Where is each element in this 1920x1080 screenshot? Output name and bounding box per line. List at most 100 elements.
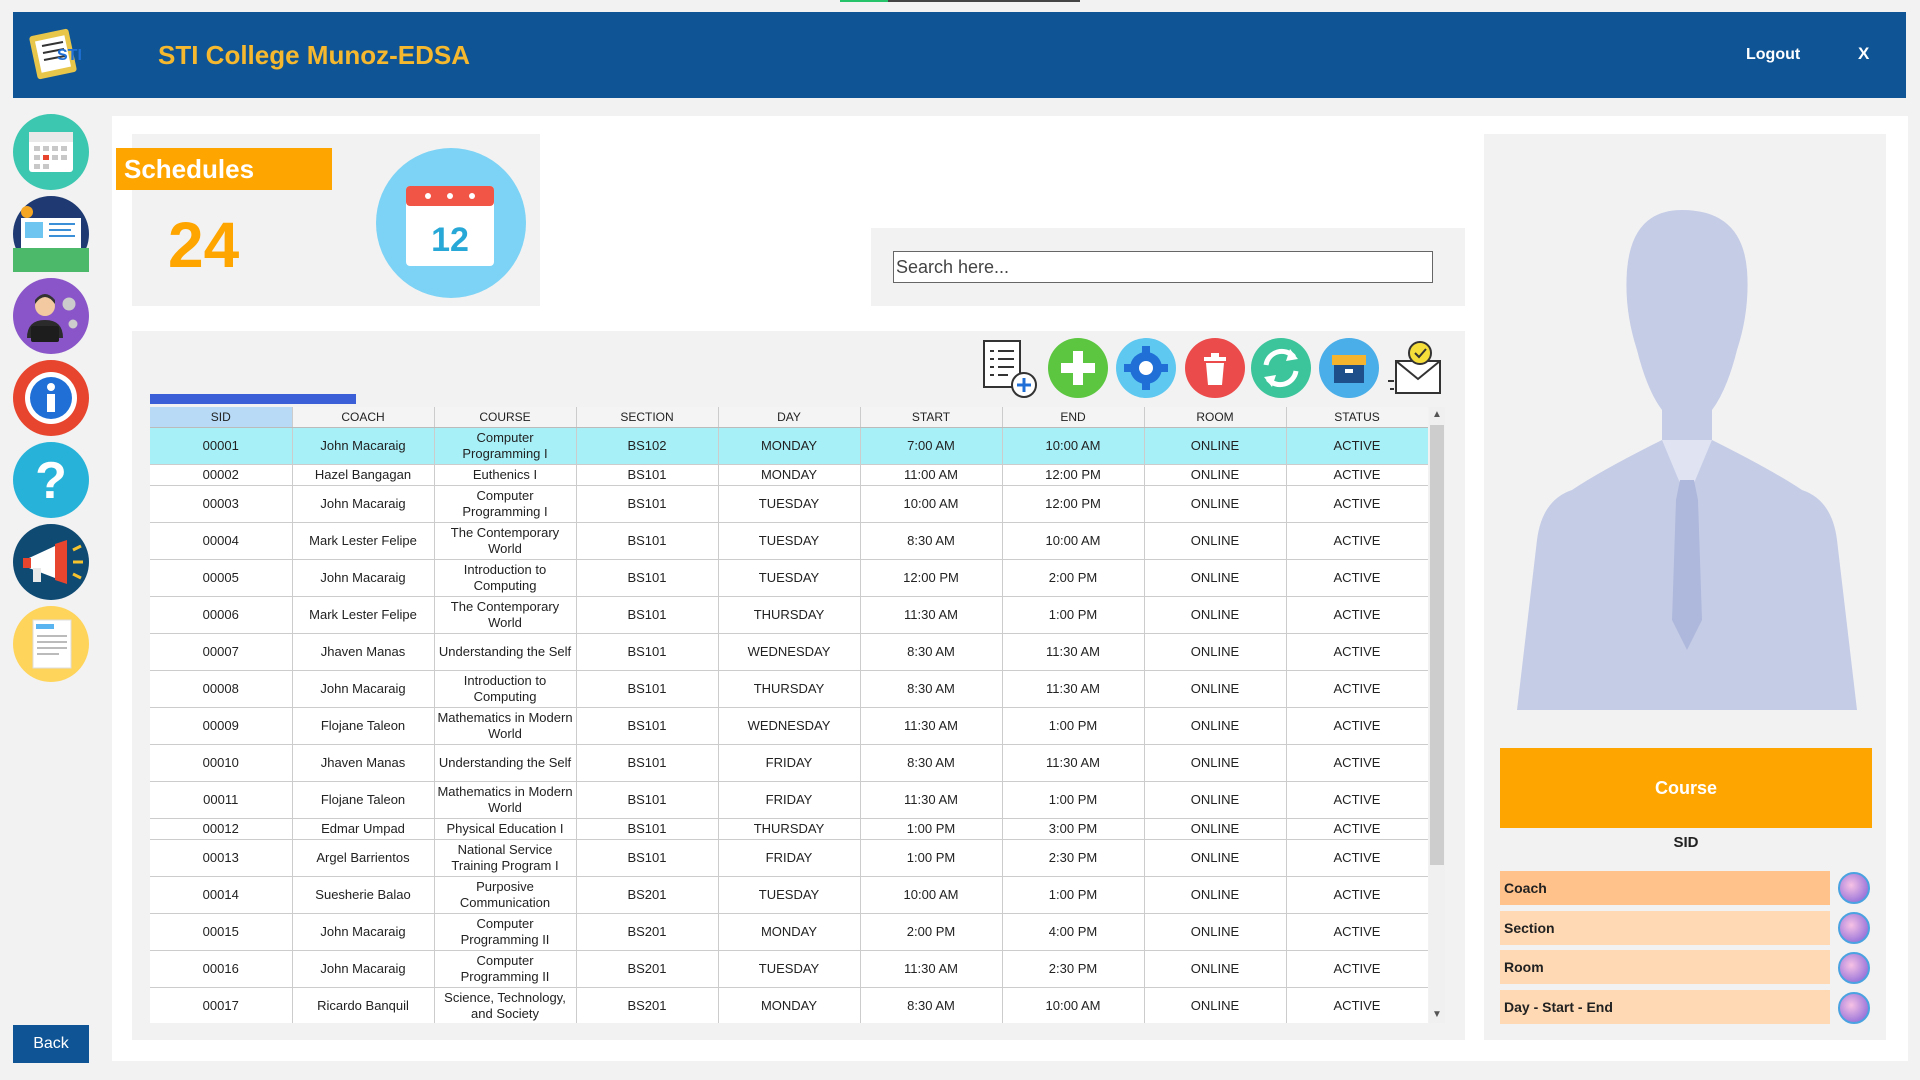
column-header-start[interactable]: START [860, 407, 1003, 428]
cell-course: Mathematics in Modern World [434, 781, 577, 819]
table-row[interactable]: 00005 John Macaraig Introduction to Comput… [150, 559, 1428, 597]
column-header-section[interactable]: SECTION [576, 407, 719, 428]
table-row[interactable]: 00014 Suesherie Balao Purposive Communicat… [150, 876, 1428, 914]
cell-room: ONLINE [1144, 839, 1287, 877]
sidebar-item-schedules[interactable] [13, 114, 89, 190]
sidebar-item-reports[interactable] [13, 606, 89, 682]
cell-day: WEDNESDAY [718, 707, 861, 745]
cell-room: ONLINE [1144, 427, 1287, 465]
table-row[interactable]: 00012 Edmar Umpad Physical Education I BS10… [150, 818, 1428, 840]
cell-section: BS101 [576, 485, 719, 523]
megaphone-icon [23, 540, 83, 584]
sidebar-item-help[interactable]: ? [13, 442, 89, 518]
cell-end: 1:00 PM [1002, 876, 1145, 914]
table-row[interactable]: 00004 Mark Lester Felipe The Contemporary … [150, 522, 1428, 560]
cell-section: BS201 [576, 913, 719, 951]
cell-status: ACTIVE [1286, 950, 1428, 988]
table-row[interactable]: 00011 Flojane Taleon Mathematics in Modern… [150, 781, 1428, 819]
table-row[interactable]: 00008 John Macaraig Introduction to Comput… [150, 670, 1428, 708]
refresh-icon[interactable] [1250, 337, 1312, 399]
sidebar-item-announcements[interactable] [13, 524, 89, 600]
cell-room: ONLINE [1144, 950, 1287, 988]
cell-course: Science, Technology, and Society [434, 987, 577, 1023]
column-header-room[interactable]: ROOM [1144, 407, 1287, 428]
table-row[interactable]: 00017 Ricardo Banquil Science, Technology,… [150, 987, 1428, 1023]
cell-room: ONLINE [1144, 707, 1287, 745]
app-window: STI STI College Munoz-EDSA Logout X ? Ba… [0, 0, 1920, 1080]
coming-soon-badge-icon[interactable] [1838, 912, 1870, 944]
table-row[interactable]: 00009 Flojane Taleon Mathematics in Modern… [150, 707, 1428, 745]
cell-end: 10:00 AM [1002, 427, 1145, 465]
table-row[interactable]: 00007 Jhaven Manas Understanding the Self B… [150, 633, 1428, 671]
cell-coach: John Macaraig [292, 559, 435, 597]
day-start-end-field: Day - Start - End [1500, 990, 1830, 1024]
sidebar-item-admin[interactable] [13, 278, 89, 354]
cell-coach: Flojane Taleon [292, 781, 435, 819]
column-header-coach[interactable]: COACH [292, 407, 435, 428]
cell-day: TUESDAY [718, 950, 861, 988]
cell-sid: 00011 [150, 781, 293, 819]
scroll-down-icon[interactable]: ▼ [1432, 1009, 1442, 1020]
cell-room: ONLINE [1144, 596, 1287, 634]
add-icon[interactable] [1047, 337, 1109, 399]
email-check-icon[interactable] [1386, 337, 1448, 399]
cell-day: TUESDAY [718, 485, 861, 523]
cell-room: ONLINE [1144, 522, 1287, 560]
cell-sid: 00008 [150, 670, 293, 708]
delete-icon[interactable] [1184, 337, 1246, 399]
cell-status: ACTIVE [1286, 464, 1428, 486]
cell-day: TUESDAY [718, 559, 861, 597]
cell-sid: 00010 [150, 744, 293, 782]
cell-course: Euthenics I [434, 464, 577, 486]
settings-icon[interactable] [1115, 337, 1177, 399]
cell-course: Introduction to Computing [434, 559, 577, 597]
table-row[interactable]: 00010 Jhaven Manas Understanding the Self B… [150, 744, 1428, 782]
coming-soon-badge-icon[interactable] [1838, 992, 1870, 1024]
table-scrollbar[interactable]: ▲ ▼ [1429, 407, 1445, 1023]
cell-course: Purposive Communication [434, 876, 577, 914]
table-row[interactable]: 00006 Mark Lester Felipe The Contemporary … [150, 596, 1428, 634]
cell-coach: Ricardo Banquil [292, 987, 435, 1023]
course-button[interactable]: Course [1500, 748, 1872, 828]
cell-room: ONLINE [1144, 876, 1287, 914]
sid-label: SID [1673, 834, 1699, 851]
cell-start: 7:00 AM [860, 427, 1003, 465]
table-row[interactable]: 00001 John Macaraig Computer Programming I… [150, 427, 1428, 465]
coach-field: Coach [1500, 871, 1830, 905]
table-row[interactable]: 00016 John Macaraig Computer Programming I… [150, 950, 1428, 988]
sidebar-item-classes[interactable] [13, 196, 89, 272]
column-header-day[interactable]: DAY [718, 407, 861, 428]
cell-coach: Suesherie Balao [292, 876, 435, 914]
coming-soon-badge-icon[interactable] [1838, 872, 1870, 904]
schedules-count: 24 [168, 209, 240, 281]
table-row[interactable]: 00003 John Macaraig Computer Programming I… [150, 485, 1428, 523]
cell-start: 10:00 AM [860, 876, 1003, 914]
cell-sid: 00004 [150, 522, 293, 560]
list-add-icon[interactable] [978, 337, 1040, 399]
sidebar-item-info[interactable] [13, 360, 89, 436]
cell-room: ONLINE [1144, 987, 1287, 1023]
logo-text: STI [57, 47, 82, 64]
coming-soon-badge-icon[interactable] [1838, 952, 1870, 984]
archive-icon[interactable] [1318, 337, 1380, 399]
column-header-end[interactable]: END [1002, 407, 1145, 428]
cell-course: The Contemporary World [434, 522, 577, 560]
cell-status: ACTIVE [1286, 987, 1428, 1023]
cell-end: 1:00 PM [1002, 781, 1145, 819]
cell-end: 2:30 PM [1002, 839, 1145, 877]
column-header-course[interactable]: COURSE [434, 407, 577, 428]
column-header-status[interactable]: STATUS [1286, 407, 1428, 428]
cell-sid: 00001 [150, 427, 293, 465]
search-input[interactable] [893, 251, 1433, 283]
close-button[interactable]: X [1858, 44, 1869, 64]
column-header-sid[interactable]: SID [150, 407, 293, 428]
scroll-up-icon[interactable]: ▲ [1432, 409, 1442, 420]
table-row[interactable]: 00002 Hazel Bangagan Euthenics I BS101 MONDA… [150, 464, 1428, 486]
logout-button[interactable]: Logout [1746, 46, 1800, 64]
table-row[interactable]: 00013 Argel Barrientos National Service Tr… [150, 839, 1428, 877]
scrollbar-thumb[interactable] [1430, 425, 1444, 865]
back-button[interactable]: Back [13, 1025, 89, 1063]
cell-sid: 00013 [150, 839, 293, 877]
cell-sid: 00003 [150, 485, 293, 523]
table-row[interactable]: 00015 John Macaraig Computer Programming I… [150, 913, 1428, 951]
